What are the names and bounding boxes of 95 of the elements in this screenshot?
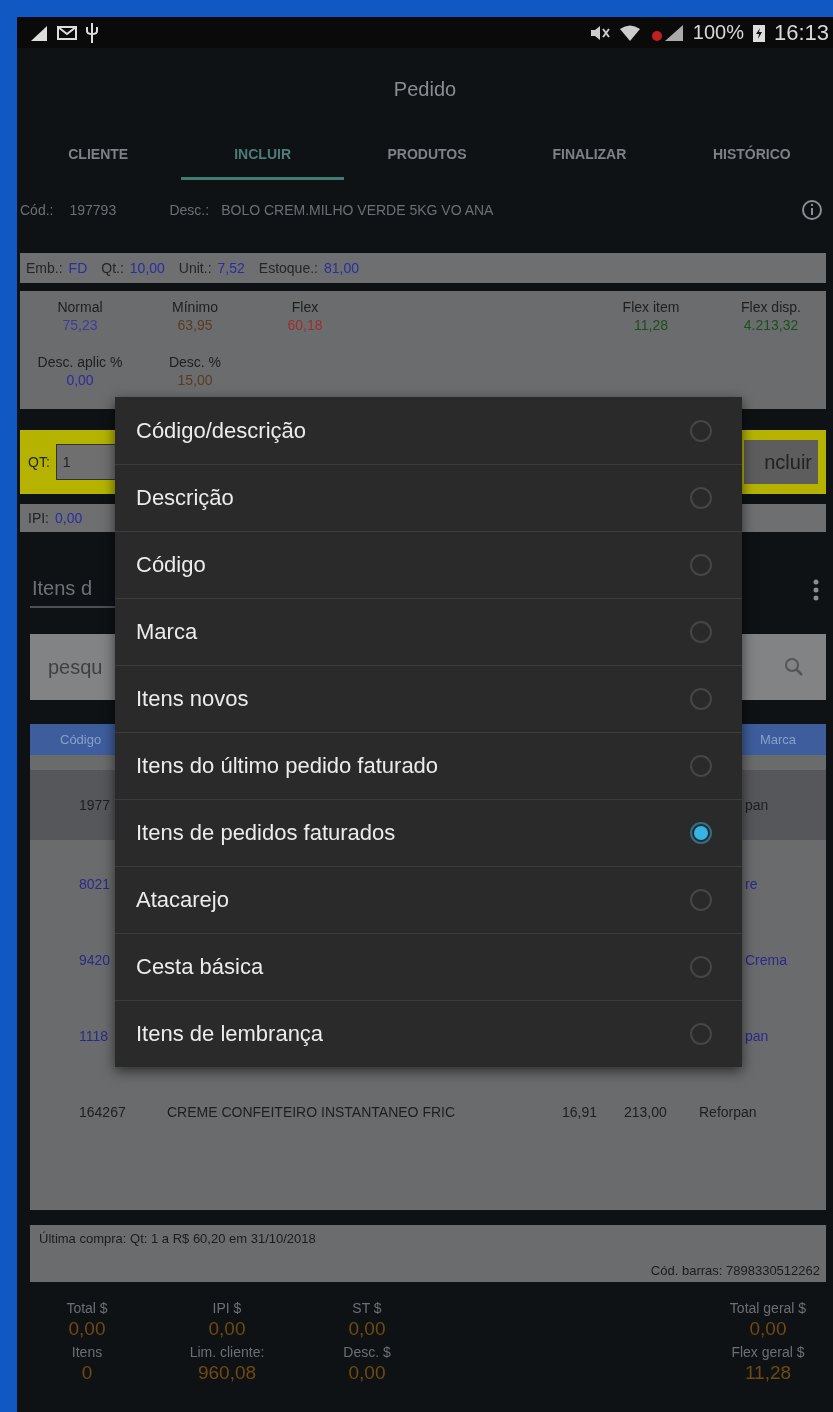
filter-option[interactable]: Código/descrição	[115, 397, 742, 464]
table-cell-text: 213,00	[624, 1104, 668, 1120]
radio-button[interactable]	[690, 822, 712, 844]
usb-icon	[85, 22, 99, 43]
quantity-field[interactable]: 1	[55, 444, 116, 480]
total-label: ST $	[351, 1300, 383, 1316]
price-label: Normal	[56, 299, 104, 315]
filter-option[interactable]: Marca	[115, 598, 742, 665]
clock: 16:13	[773, 19, 829, 46]
total-label: Total $	[65, 1300, 109, 1316]
stock-label: Emb.:	[26, 260, 63, 276]
radio-button[interactable]	[690, 889, 712, 911]
filter-option[interactable]: Itens do último pedido faturado	[115, 732, 742, 799]
tab[interactable]: PRODUTOS	[345, 130, 509, 180]
price-label: Mínimo	[171, 299, 219, 315]
wifi-icon	[618, 23, 641, 42]
radio-button[interactable]	[690, 554, 712, 576]
screen-title: Pedido	[393, 77, 457, 101]
total-value: 0,00	[207, 1318, 247, 1340]
radio-button[interactable]	[690, 755, 712, 777]
tab[interactable]: FINALIZAR	[508, 130, 671, 180]
last-purchase: Última compra: Qt: 1 a R$ 60,20 em 31/10/2018	[39, 1231, 317, 1246]
table-cell-text: CREME CONFEITEIRO INSTANTANEO FRIC	[167, 1104, 457, 1120]
stock-value: 10,00	[129, 260, 165, 276]
barcode-text: Cód. barras: 7898330512262	[650, 1263, 820, 1278]
table-cell: Reforpan	[699, 1104, 757, 1120]
tab[interactable]: INCLUIR	[181, 130, 344, 180]
total-label: Flex geral $	[730, 1344, 806, 1360]
filter-option[interactable]: Itens de lembrança	[115, 1000, 742, 1067]
code-label: Cód.:	[20, 202, 54, 218]
price-value: 63,95	[176, 317, 214, 333]
table-cell: 1977	[79, 797, 111, 813]
filter-option[interactable]: Descrição	[115, 464, 742, 531]
filter-option[interactable]: Itens novos	[115, 665, 742, 732]
price-label: Flex item	[621, 299, 681, 315]
discount-value: 0,00	[65, 372, 95, 388]
overflow-menu-icon[interactable]	[813, 579, 819, 601]
table-cell-text: re	[745, 876, 759, 892]
total-value: 0,00	[347, 1318, 387, 1340]
total-value: 960,08	[196, 1362, 258, 1384]
stock-label: Qt.:	[101, 260, 124, 276]
battery-icon	[751, 22, 766, 43]
total-value: 0,00	[347, 1362, 387, 1384]
stock-value: FD	[68, 260, 88, 276]
table-cell-text: 16,91	[562, 1104, 599, 1120]
table-cell-text: pan	[745, 797, 770, 813]
search-icon[interactable]	[784, 657, 804, 677]
mute-icon	[588, 23, 611, 42]
total-label: Lim. cliente:	[188, 1344, 266, 1360]
ipi-value: 0,00	[55, 510, 83, 526]
battery-percent: 100%	[692, 21, 744, 44]
radio-button[interactable]	[690, 1023, 712, 1045]
radio-button[interactable]	[690, 419, 712, 442]
table-cell: 8021	[79, 876, 111, 892]
total-value: 11,28	[743, 1362, 793, 1384]
total-label: IPI $	[211, 1300, 243, 1316]
price-value: 60,18	[286, 317, 324, 333]
radio-button[interactable]	[690, 621, 712, 643]
discount-value: 15,00	[176, 372, 214, 388]
price-label: Flex	[290, 299, 320, 315]
stock-label: Unit.:	[178, 260, 212, 276]
total-value: 0	[80, 1362, 94, 1384]
filter-option[interactable]: Código	[115, 531, 742, 598]
tab[interactable]: HISTÓRICO	[670, 130, 833, 180]
description-label: Desc.:	[169, 202, 210, 218]
table-row[interactable]: 164267 CREME CONFEITEIRO INSTANTANEO FRIC 16,91 213,00 Reforpan	[30, 1074, 826, 1150]
stock-value: 7,52	[217, 260, 245, 276]
total-label: Itens	[70, 1344, 104, 1360]
total-label: Total geral $	[728, 1300, 808, 1316]
column-header: Marca	[759, 732, 796, 747]
total-value: 0,00	[67, 1318, 107, 1340]
stock-value: 81,00	[323, 260, 359, 276]
price-value: 4.213,32	[742, 317, 800, 333]
product-description: BOLO CREM.MILHO VERDE 5KG VO ANA	[221, 202, 495, 218]
total-label: Desc. $	[342, 1344, 392, 1360]
radio-button[interactable]	[690, 956, 712, 978]
table-cell-text: 164267	[79, 1104, 127, 1120]
price-label: Flex disp.	[740, 299, 802, 315]
info-icon[interactable]	[801, 199, 823, 221]
radio-button[interactable]	[690, 487, 712, 509]
discount-label: Desc. %	[167, 354, 223, 370]
quantity-label: QT:	[28, 454, 50, 470]
filter-option[interactable]: Itens de pedidos faturados	[115, 799, 742, 866]
stock-label: Estoque.:	[258, 260, 318, 276]
mail-icon	[57, 24, 77, 41]
discount-label: Desc. aplic %	[36, 354, 124, 370]
filter-option[interactable]: Atacarejo	[115, 866, 742, 933]
product-code: 197793	[69, 202, 118, 218]
filter-option[interactable]: Cesta básica	[115, 933, 742, 1000]
column-header: Código	[60, 732, 102, 747]
radio-button[interactable]	[690, 688, 712, 710]
tab[interactable]: CLIENTE	[17, 130, 180, 180]
total-value: 0,00	[748, 1318, 788, 1340]
ipi-label: IPI:	[28, 510, 49, 526]
price-value: 11,28	[633, 317, 669, 333]
